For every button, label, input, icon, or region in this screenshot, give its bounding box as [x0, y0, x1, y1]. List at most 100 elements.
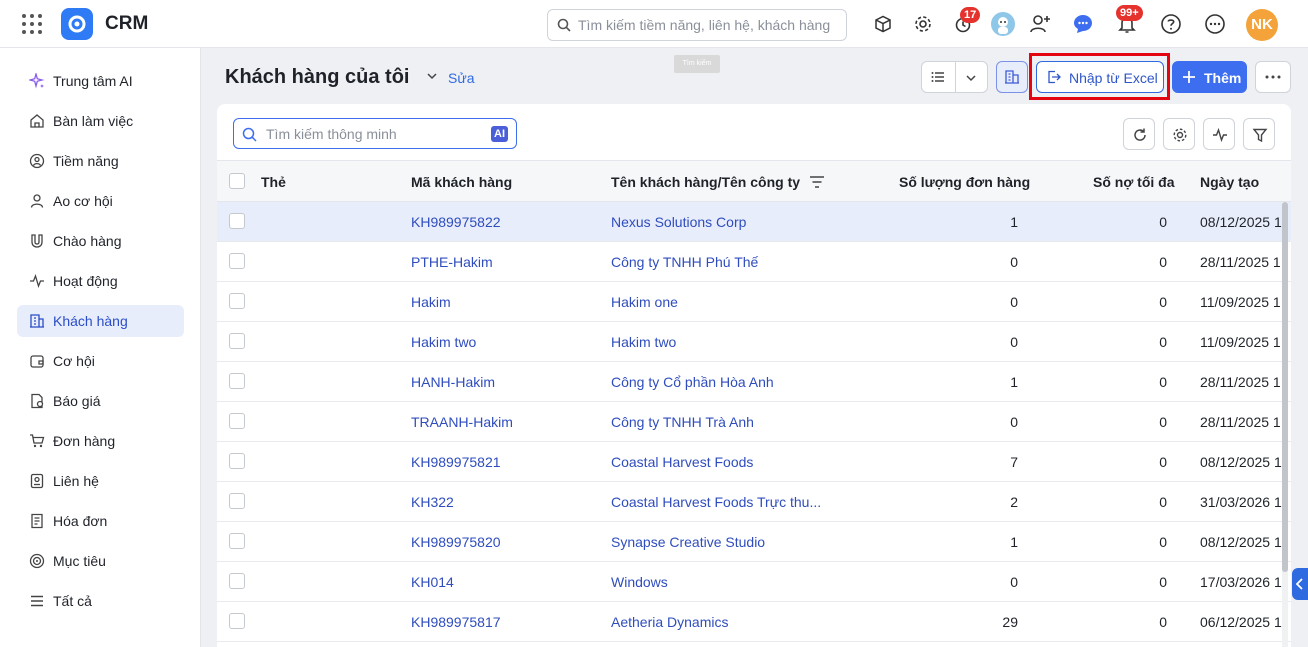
customer-code-link[interactable]: KH322: [411, 494, 454, 510]
more-options-icon[interactable]: [1203, 12, 1227, 36]
row-checkbox[interactable]: [229, 613, 245, 629]
column-header-customer-code[interactable]: Mã khách hàng: [411, 174, 512, 190]
customer-code-link[interactable]: KH014: [411, 574, 454, 590]
ai-badge[interactable]: AI: [491, 126, 508, 142]
customer-code-link[interactable]: KH989975817: [411, 614, 501, 630]
user-avatar[interactable]: NK: [1246, 9, 1278, 41]
customer-code-link[interactable]: HANH-Hakim: [411, 374, 495, 390]
sidebar-item-goals[interactable]: Mục tiêu: [17, 545, 184, 577]
customer-code-link[interactable]: Hakim two: [411, 334, 476, 350]
global-search[interactable]: [547, 9, 847, 41]
app-grid-icon[interactable]: [22, 14, 42, 34]
customer-name-link[interactable]: Công ty TNHH Phú Thế: [611, 254, 758, 270]
row-checkbox[interactable]: [229, 493, 245, 509]
smart-search-input[interactable]: [266, 124, 486, 144]
table-settings-button[interactable]: [1163, 118, 1195, 150]
table-row[interactable]: Hakim Hakim one 0 0 11/09/2025 1: [217, 282, 1291, 322]
add-contact-icon[interactable]: [1028, 12, 1052, 36]
row-checkbox[interactable]: [229, 333, 245, 349]
customer-code-link[interactable]: PTHE-Hakim: [411, 254, 493, 270]
refresh-button[interactable]: [1123, 118, 1155, 150]
panel-toggle-button[interactable]: [1292, 568, 1308, 600]
box-icon[interactable]: [871, 12, 895, 36]
sort-filter-icon[interactable]: [809, 175, 825, 189]
customer-code-link[interactable]: KH989975821: [411, 454, 501, 470]
sidebar-item-ai-center[interactable]: Trung tâm AI: [17, 65, 184, 97]
row-checkbox[interactable]: [229, 453, 245, 469]
customer-name-link[interactable]: Nexus Solutions Corp: [611, 214, 746, 230]
scrollbar-thumb[interactable]: [1282, 202, 1288, 572]
chevron-down-icon[interactable]: [965, 72, 977, 84]
table-scrollbar[interactable]: [1282, 202, 1288, 647]
table-row[interactable]: KH322 Coastal Harvest Foods Trực thu... 2 0…: [217, 482, 1291, 522]
row-checkbox[interactable]: [229, 533, 245, 549]
customer-code-link[interactable]: KH989975820: [411, 534, 501, 550]
column-header-order-count[interactable]: Số lượng đơn hàng: [899, 174, 1030, 190]
customer-name-link[interactable]: Công ty Cổ phần Hòa Anh: [611, 374, 774, 390]
edit-link[interactable]: Sửa: [448, 70, 475, 86]
sidebar-item-opportunity-pool[interactable]: Ao cơ hội: [17, 185, 184, 217]
sidebar-item-opportunities[interactable]: Cơ hội: [17, 345, 184, 377]
table-row[interactable]: KH014 Windows 0 0 17/03/2026 1: [217, 562, 1291, 602]
customer-name-link[interactable]: Synapse Creative Studio: [611, 534, 765, 550]
filter-button[interactable]: [1243, 118, 1275, 150]
column-header-customer-name[interactable]: Tên khách hàng/Tên công ty: [611, 174, 800, 190]
table-row[interactable]: KH989975817 Aetheria Dynamics 29 0 06/12/202…: [217, 602, 1291, 642]
customer-name-link[interactable]: Aetheria Dynamics: [611, 614, 729, 630]
customer-name-link[interactable]: Windows: [611, 574, 668, 590]
customer-code-link[interactable]: Hakim: [411, 294, 451, 310]
sidebar-item-customers[interactable]: Khách hàng: [17, 305, 184, 337]
smart-search-icon: [242, 127, 257, 142]
sidebar-item-orders[interactable]: Đơn hàng: [17, 425, 184, 457]
sidebar-item-label: Hoạt động: [53, 273, 118, 289]
sidebar-item-leads[interactable]: Tiềm năng: [17, 145, 184, 177]
row-checkbox[interactable]: [229, 373, 245, 389]
row-checkbox[interactable]: [229, 213, 245, 229]
help-icon[interactable]: [1159, 12, 1183, 36]
activity-button[interactable]: [1203, 118, 1235, 150]
customer-name-link[interactable]: Hakim one: [611, 294, 678, 310]
add-button[interactable]: Thêm: [1172, 61, 1247, 93]
row-checkbox[interactable]: [229, 253, 245, 269]
customer-code-link[interactable]: KH989975822: [411, 214, 501, 230]
sidebar-item-all[interactable]: Tất cả: [17, 585, 184, 617]
table-row[interactable]: PTHE-Hakim Công ty TNHH Phú Thế 0 0 28/11/20…: [217, 242, 1291, 282]
cart-icon: [30, 434, 45, 448]
table-row[interactable]: Hakim two Hakim two 0 0 11/09/2025 1: [217, 322, 1291, 362]
column-header-created-date[interactable]: Ngày tạo: [1200, 174, 1259, 190]
sidebar-item-invoices[interactable]: Hóa đơn: [17, 505, 184, 537]
row-checkbox[interactable]: [229, 573, 245, 589]
order-count-cell: 0: [1010, 334, 1018, 350]
global-search-input[interactable]: [578, 15, 840, 35]
smart-search[interactable]: AI: [233, 118, 517, 149]
table-row[interactable]: HANH-Hakim Công ty Cổ phần Hòa Anh 1 0 28/11…: [217, 362, 1291, 402]
list-view-icon[interactable]: [931, 70, 945, 84]
sidebar-item-workspace[interactable]: Bàn làm việc: [17, 105, 184, 137]
bot-avatar[interactable]: [991, 12, 1015, 36]
sidebar-item-contacts[interactable]: Liên hệ: [17, 465, 184, 497]
column-header-tag[interactable]: Thẻ: [261, 174, 286, 190]
view-toggle[interactable]: [921, 61, 988, 93]
sidebar-item-activities[interactable]: Hoạt động: [17, 265, 184, 297]
select-all-checkbox[interactable]: [229, 173, 245, 189]
layout-button[interactable]: [996, 61, 1028, 93]
table-row[interactable]: KH989975820 Synapse Creative Studio 1 0 08/1…: [217, 522, 1291, 562]
chat-icon[interactable]: [1071, 12, 1095, 36]
row-checkbox[interactable]: [229, 293, 245, 309]
more-actions-button[interactable]: [1255, 61, 1291, 93]
customer-name-link[interactable]: Coastal Harvest Foods: [611, 454, 753, 470]
table-row[interactable]: KH989975822 Nexus Solutions Corp 1 0 08/12/2…: [217, 202, 1291, 242]
gear-icon[interactable]: [911, 12, 935, 36]
customer-name-link[interactable]: Hakim two: [611, 334, 676, 350]
chevron-down-icon[interactable]: [426, 70, 438, 82]
column-header-max-debt[interactable]: Số nợ tối đa: [1093, 174, 1175, 190]
customer-name-link[interactable]: Coastal Harvest Foods Trực thu...: [611, 494, 821, 510]
sidebar-item-quotes[interactable]: Báo giá: [17, 385, 184, 417]
order-count-cell: 2: [1010, 494, 1018, 510]
customer-code-link[interactable]: TRAANH-Hakim: [411, 414, 513, 430]
row-checkbox[interactable]: [229, 413, 245, 429]
sidebar-item-offers[interactable]: Chào hàng: [17, 225, 184, 257]
table-row[interactable]: TRAANH-Hakim Công ty TNHH Trà Anh 0 0 28/11/…: [217, 402, 1291, 442]
customer-name-link[interactable]: Công ty TNHH Trà Anh: [611, 414, 754, 430]
table-row[interactable]: KH989975821 Coastal Harvest Foods 7 0 08/12/…: [217, 442, 1291, 482]
